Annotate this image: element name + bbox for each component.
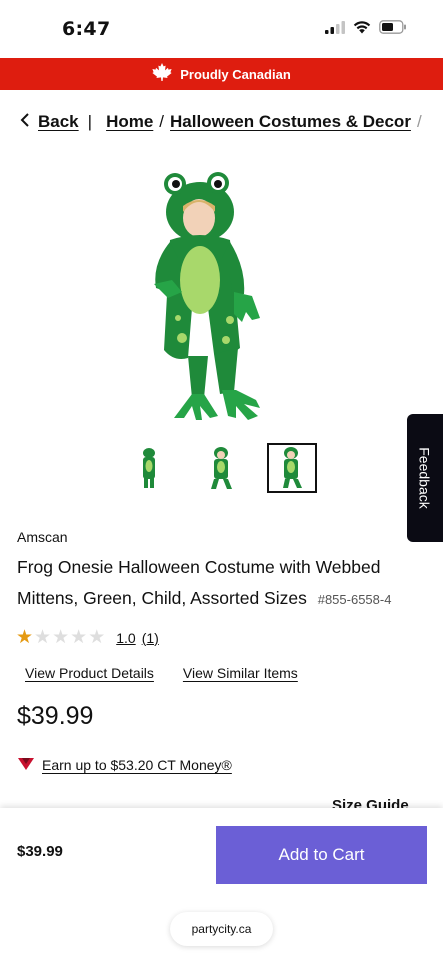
- feedback-tab[interactable]: Feedback: [407, 414, 443, 542]
- feedback-label: Feedback: [417, 447, 434, 509]
- battery-icon: [379, 20, 407, 39]
- breadcrumb: Back | Home / Halloween Costumes & Decor…: [20, 112, 443, 132]
- rating-value[interactable]: 1.0: [116, 630, 135, 646]
- breadcrumb-separator: /: [416, 112, 422, 131]
- rating-count[interactable]: (1): [142, 630, 159, 646]
- product-price: $39.99: [17, 702, 94, 730]
- thumbnail-strip: [0, 443, 443, 493]
- product-rating[interactable]: ★ ★ ★ ★ ★ 1.0 (1): [16, 628, 159, 647]
- chevron-left-icon[interactable]: [20, 112, 30, 132]
- view-product-details-link[interactable]: View Product Details: [25, 665, 154, 681]
- thumbnail-image: [283, 447, 302, 488]
- star-empty-icon: ★: [52, 627, 70, 648]
- star-empty-icon: ★: [70, 627, 88, 648]
- thumbnail-1[interactable]: [125, 444, 173, 492]
- thumbnail-3-selected[interactable]: [267, 443, 317, 493]
- ct-triangle-icon: [18, 757, 34, 773]
- breadcrumb-divider: |: [87, 112, 93, 131]
- add-to-cart-button[interactable]: Add to Cart: [216, 826, 427, 884]
- banner-text: Proudly Canadian: [180, 66, 291, 82]
- thumbnail-2[interactable]: [197, 444, 245, 492]
- status-bar: 6:47: [0, 0, 443, 58]
- back-link[interactable]: Back: [38, 112, 79, 132]
- wifi-icon: [353, 20, 371, 39]
- star-empty-icon: ★: [88, 627, 106, 648]
- status-time: 6:47: [62, 18, 111, 40]
- cellular-signal-icon: [325, 20, 345, 39]
- star-empty-icon: ★: [34, 627, 52, 648]
- product-image[interactable]: [148, 168, 298, 426]
- thumbnail-image: [211, 447, 232, 489]
- maple-leaf-icon: [152, 62, 172, 86]
- promo-banner: Proudly Canadian: [0, 58, 443, 90]
- browser-url-pill[interactable]: partycity.ca: [170, 912, 273, 946]
- sticky-price: $39.99: [17, 843, 63, 860]
- star-filled-icon: ★: [16, 627, 34, 648]
- browser-url: partycity.ca: [191, 922, 252, 936]
- ct-money-text: Earn up to $53.20 CT Money®: [42, 757, 232, 773]
- breadcrumb-separator: /: [159, 112, 165, 131]
- product-brand[interactable]: Amscan: [17, 529, 68, 545]
- thumbnail-image: [143, 448, 155, 488]
- product-title: Frog Onesie Halloween Costume with Webbe…: [17, 552, 422, 615]
- breadcrumb-halloween[interactable]: Halloween Costumes & Decor: [170, 112, 411, 132]
- frog-costume-image: [154, 172, 260, 420]
- product-sku: #855-6558-4: [317, 592, 392, 607]
- product-links: View Product Details View Similar Items: [25, 665, 298, 681]
- status-icons: [325, 20, 407, 39]
- sticky-cart-bar: $39.99 Add to Cart partycity.ca: [0, 808, 443, 960]
- breadcrumb-home[interactable]: Home: [106, 112, 153, 132]
- view-similar-items-link[interactable]: View Similar Items: [183, 665, 298, 681]
- ct-money-offer[interactable]: Earn up to $53.20 CT Money®: [18, 757, 232, 773]
